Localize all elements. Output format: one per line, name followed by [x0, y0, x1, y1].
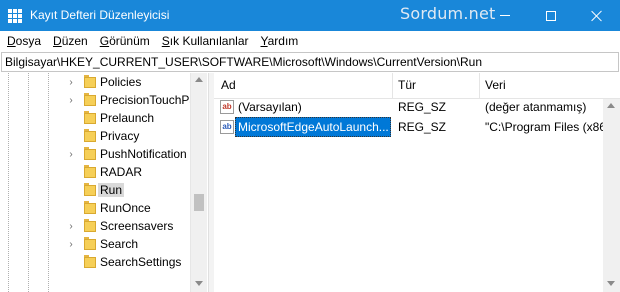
- string-value-icon: ab: [220, 100, 234, 114]
- folder-icon: [84, 219, 96, 232]
- column-header-name[interactable]: Ad: [221, 78, 236, 92]
- folder-icon: [84, 129, 96, 142]
- menu-sik-kullanilanlar[interactable]: Sık Kullanılanlar: [162, 34, 249, 48]
- value-data: "C:\Program Files (x86)\M: [485, 120, 620, 134]
- window-title: Kayıt Defteri Düzenleyicisi: [30, 8, 170, 22]
- tree-item-policies[interactable]: › Policies: [0, 73, 190, 91]
- folder-icon: [84, 93, 96, 106]
- tree-item-radar[interactable]: RADAR: [0, 163, 190, 181]
- folder-icon: [84, 75, 96, 88]
- tree-item-label: Policies: [100, 75, 142, 89]
- minimize-button[interactable]: [482, 0, 528, 31]
- value-type: REG_SZ: [398, 100, 447, 114]
- chevron-right-icon[interactable]: ›: [66, 221, 76, 232]
- minimize-icon: [500, 15, 510, 16]
- chevron-right-icon[interactable]: ›: [66, 77, 76, 88]
- column-header-type[interactable]: Tür: [398, 78, 416, 92]
- tree-item-label: Run: [98, 183, 125, 197]
- string-value-icon: ab: [220, 120, 234, 134]
- column-separator[interactable]: [392, 73, 393, 99]
- tree-item-label: Privacy: [100, 129, 140, 143]
- menu-sik-accel: S: [161, 34, 170, 48]
- values-list[interactable]: Ad Tür Veri ab (Varsayılan) REG_SZ (değe…: [214, 73, 620, 292]
- scroll-down-arrow-icon[interactable]: [195, 281, 203, 286]
- menu-yardim[interactable]: Yardım: [261, 34, 299, 48]
- regedit-app-icon: [8, 9, 22, 23]
- tree-item-search[interactable]: › Search: [0, 235, 190, 253]
- tree-item-runonce[interactable]: RunOnce: [0, 199, 190, 217]
- chevron-right-icon[interactable]: ›: [66, 239, 76, 250]
- scroll-up-arrow-icon[interactable]: [195, 77, 203, 82]
- title-bar[interactable]: Kayıt Defteri Düzenleyicisi Sordum.net: [0, 0, 620, 31]
- maximize-icon: [546, 10, 556, 21]
- maximize-button[interactable]: [528, 0, 574, 31]
- tree-item-label: RADAR: [100, 165, 143, 179]
- menu-sik-label: ık Kullanılanlar: [169, 34, 249, 48]
- scroll-up-arrow-icon[interactable]: [607, 103, 615, 108]
- folder-icon: [84, 183, 96, 196]
- folder-icon: [84, 237, 96, 250]
- menu-gorunum-label: örünüm: [109, 34, 150, 48]
- menu-dosya-label: osya: [15, 34, 42, 48]
- key-tree[interactable]: › Policies › PrecisionTouchPa Prelaunch …: [0, 73, 209, 292]
- folder-icon: [84, 111, 96, 124]
- tree-item-run[interactable]: Run: [0, 181, 190, 199]
- tree-item-label: PrecisionTouchPa: [100, 93, 197, 107]
- tree-item-searchsettings[interactable]: SearchSettings: [0, 253, 190, 271]
- address-bar[interactable]: Bilgisayar\HKEY_CURRENT_USER\SOFTWARE\Mi…: [1, 52, 619, 72]
- tree-item-label: Search: [100, 237, 139, 251]
- column-separator[interactable]: [479, 73, 480, 99]
- menu-duzen[interactable]: Düzen: [53, 34, 88, 48]
- tree-item-privacy[interactable]: Privacy: [0, 127, 190, 145]
- value-row[interactable]: ab (Varsayılan) REG_SZ (değer atanmamış): [214, 97, 620, 117]
- tree-item-precisiontouchpad[interactable]: › PrecisionTouchPa: [0, 91, 196, 109]
- menu-gorunum-accel: G: [99, 34, 110, 48]
- folder-icon: [84, 201, 96, 214]
- menu-gorunum[interactable]: Görünüm: [100, 34, 150, 48]
- value-data: (değer atanmamış): [485, 100, 587, 114]
- values-vertical-scrollbar[interactable]: [603, 99, 620, 292]
- chevron-right-icon[interactable]: ›: [66, 95, 76, 106]
- tree-item-label: SearchSettings: [100, 255, 182, 269]
- tree-vertical-scrollbar[interactable]: [190, 73, 207, 292]
- value-row[interactable]: ab MicrosoftEdgeAutoLaunch... REG_SZ "C:…: [214, 117, 620, 137]
- menu-yardim-accel: Y: [260, 34, 268, 48]
- scrollbar-thumb[interactable]: [194, 194, 204, 211]
- tree-item-label: Prelaunch: [100, 111, 155, 125]
- tree-item-screensavers[interactable]: › Screensavers: [0, 217, 190, 235]
- scroll-down-arrow-icon[interactable]: [607, 281, 615, 286]
- menu-dosya[interactable]: Dosya: [7, 34, 41, 48]
- menu-dosya-accel: D: [7, 34, 16, 48]
- menu-yardim-label: ardım: [267, 34, 299, 48]
- values-header: Ad Tür Veri: [214, 73, 620, 99]
- value-type: REG_SZ: [398, 120, 447, 134]
- value-name: MicrosoftEdgeAutoLaunch...: [235, 117, 391, 137]
- menu-duzen-accel: D: [53, 34, 62, 48]
- folder-icon: [84, 165, 96, 178]
- tree-item-label: Screensavers: [100, 219, 174, 233]
- close-button[interactable]: [574, 0, 620, 31]
- tree-item-label: RunOnce: [100, 201, 151, 215]
- close-icon: [591, 10, 603, 22]
- menu-duzen-label: üzen: [61, 34, 88, 48]
- folder-icon: [84, 147, 96, 160]
- column-header-data[interactable]: Veri: [485, 78, 506, 92]
- chevron-right-icon[interactable]: ›: [66, 149, 76, 160]
- folder-icon: [84, 255, 96, 268]
- tree-item-prelaunch[interactable]: Prelaunch: [0, 109, 190, 127]
- tree-item-label: PushNotification: [100, 147, 187, 161]
- value-name: (Varsayılan): [238, 100, 302, 114]
- tree-item-pushnotification[interactable]: › PushNotification: [0, 145, 190, 163]
- menu-bar: Dosya Düzen Görünüm Sık Kullanılanlar Ya…: [0, 31, 620, 51]
